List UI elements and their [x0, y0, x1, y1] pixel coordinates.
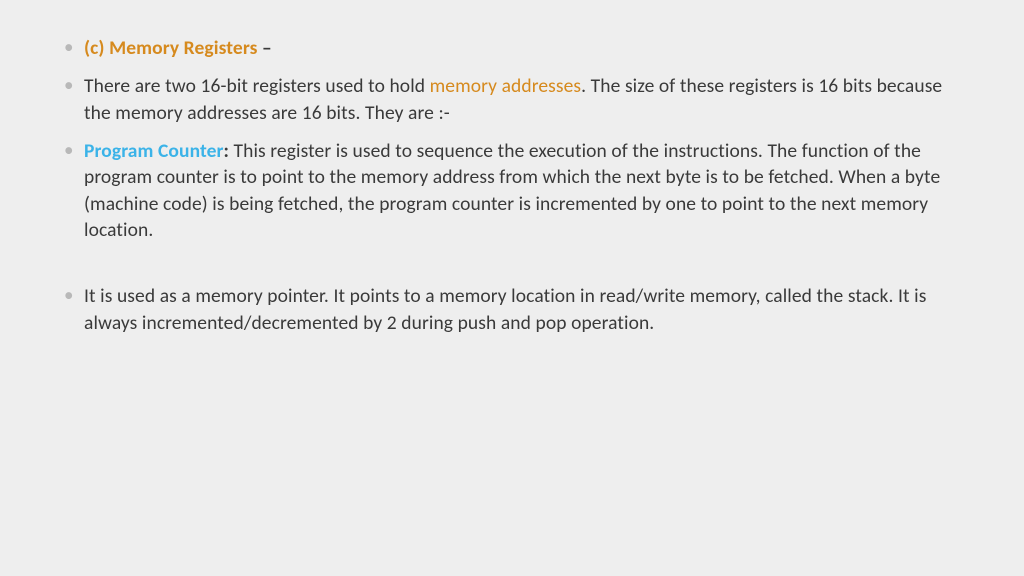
bullet-stack-pointer: It is used as a memory pointer. It point…: [60, 283, 964, 336]
slide-content: (c) Memory Registers – There are two 16-…: [60, 35, 964, 336]
bullet-program-counter: Program Counter: This register is used t…: [60, 138, 964, 243]
heading-text: (c) Memory Registers: [84, 36, 262, 60]
spacing-gap: [60, 255, 964, 283]
memory-addresses-link[interactable]: memory addresses: [430, 74, 582, 98]
stack-pointer-body: It is used as a memory pointer. It point…: [84, 284, 926, 334]
program-counter-colon: :: [224, 139, 234, 163]
heading-dash: –: [262, 36, 272, 60]
program-counter-heading: Program Counter: [84, 139, 224, 163]
bullet-intro-text: There are two 16-bit registers used to h…: [60, 73, 964, 126]
bullet-memory-registers-heading: (c) Memory Registers –: [60, 35, 964, 61]
intro-pre: There are two 16-bit registers used to h…: [84, 74, 430, 98]
